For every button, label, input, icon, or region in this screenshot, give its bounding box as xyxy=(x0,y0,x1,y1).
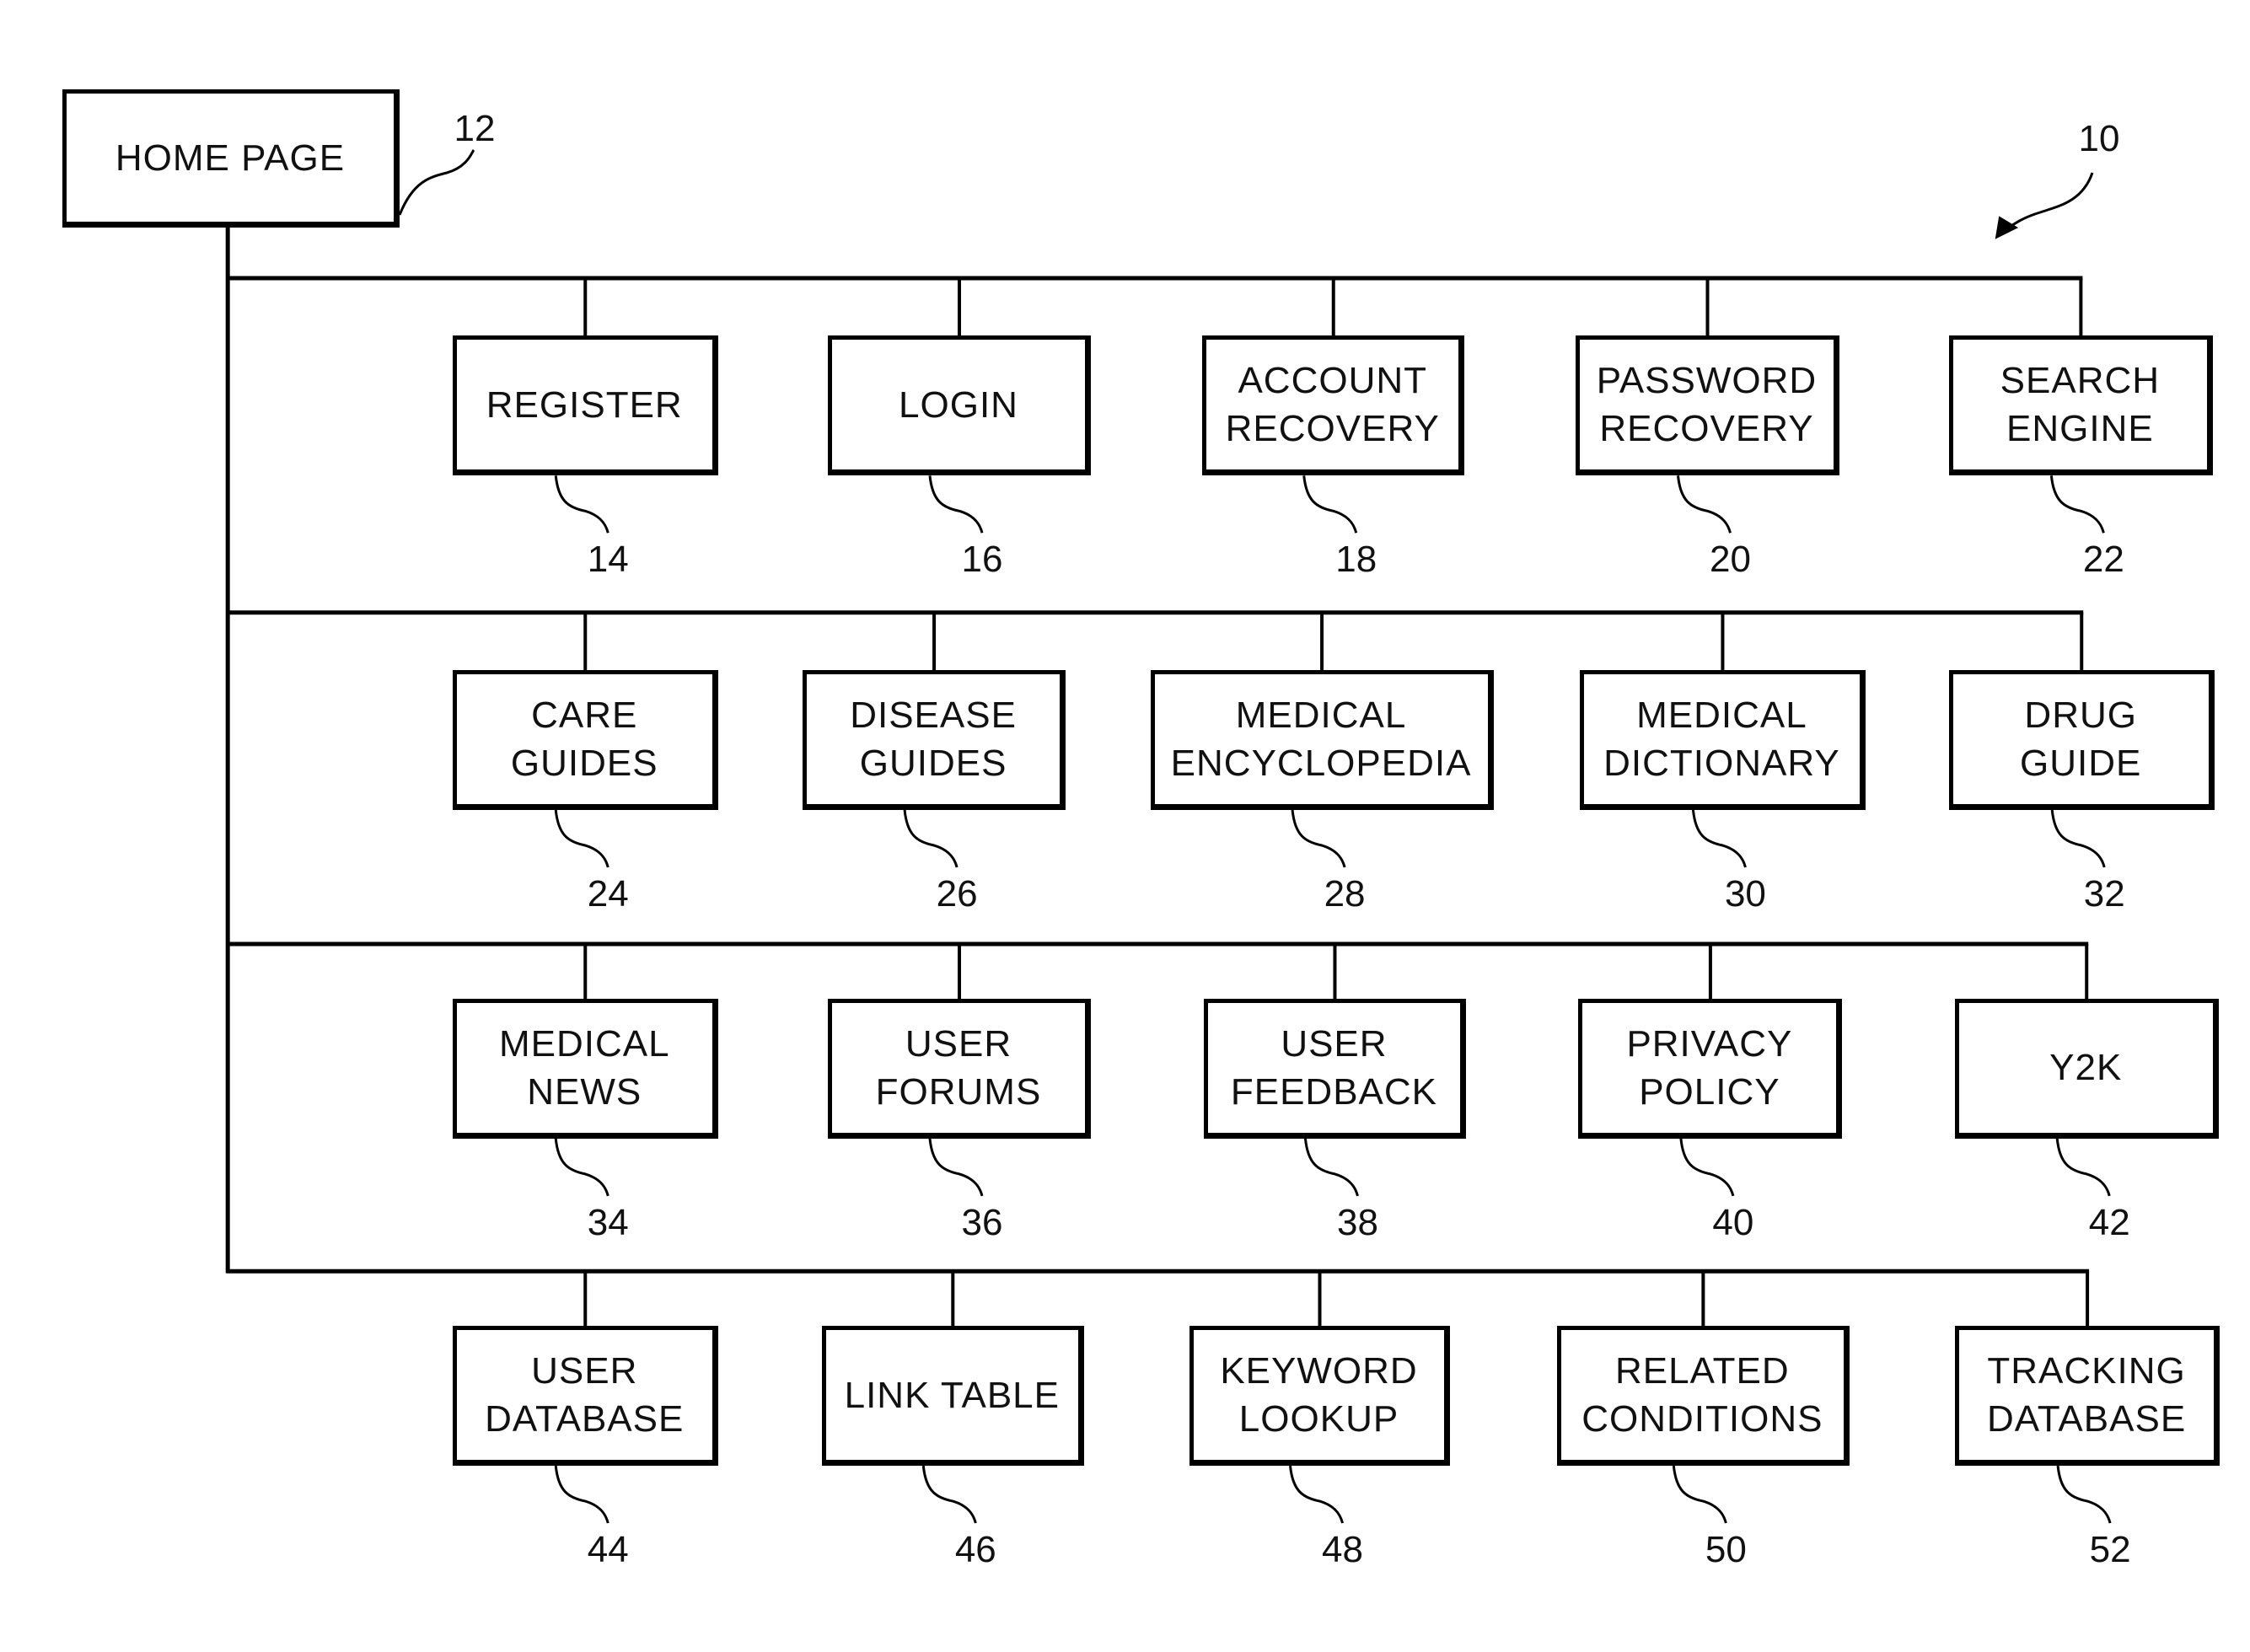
leader-line xyxy=(554,1138,609,1197)
page-box-label: SEARCH ENGINE xyxy=(2000,360,2161,450)
page-box: REGISTER xyxy=(452,335,718,476)
page-box: SEARCH ENGINE xyxy=(1948,335,2213,476)
page-box-label: USER DATABASE xyxy=(485,1350,685,1440)
page-box: KEYWORD LOOKUP xyxy=(1189,1326,1451,1467)
page-box: MEDICAL ENCYCLOPEDIA xyxy=(1150,670,1494,810)
ref-number: 28 xyxy=(1324,873,1366,915)
page-box: USER DATABASE xyxy=(452,1326,718,1467)
leader-line xyxy=(1302,475,1358,534)
leader-line xyxy=(928,1138,984,1197)
page-box-label: KEYWORD LOOKUP xyxy=(1220,1350,1418,1440)
leader-line xyxy=(554,475,609,534)
page-box-label: MEDICAL NEWS xyxy=(498,1022,670,1113)
system-arrowhead xyxy=(1995,216,2019,239)
page-box-label: REGISTER xyxy=(486,384,683,426)
ref-number: 20 xyxy=(1710,539,1751,581)
system-arrow-line xyxy=(2006,172,2094,231)
ref-number: 26 xyxy=(936,873,978,915)
ref-number: 52 xyxy=(2089,1529,2131,1571)
page-box: DRUG GUIDE xyxy=(1948,670,2215,810)
leader-line xyxy=(921,1465,977,1524)
page-box: LINK TABLE xyxy=(821,1326,1084,1467)
page-box-label: LINK TABLE xyxy=(844,1374,1060,1416)
page-box: PRIVACY POLICY xyxy=(1578,999,1843,1139)
leader-line xyxy=(1691,809,1747,868)
page-box: LOGIN xyxy=(827,335,1092,476)
ref-number: 38 xyxy=(1336,1201,1378,1243)
ref-number: 30 xyxy=(1724,873,1766,915)
ref-number: 46 xyxy=(954,1529,996,1571)
ref-number: 22 xyxy=(2082,539,2124,581)
ref-number: 50 xyxy=(1705,1529,1747,1571)
page-box-label: PRIVACY POLICY xyxy=(1626,1022,1793,1113)
page-box-label: USER FEEDBACK xyxy=(1230,1022,1438,1113)
page-box-label: DRUG GUIDE xyxy=(2020,695,2142,785)
page-box: ACCOUNT RECOVERY xyxy=(1202,335,1465,476)
page-box: TRACKING DATABASE xyxy=(1954,1326,2220,1467)
ref-number: 34 xyxy=(587,1201,629,1243)
ref-number: 18 xyxy=(1335,539,1377,581)
leader-line xyxy=(554,809,609,868)
leader-line xyxy=(928,475,984,534)
page-box: MEDICAL DICTIONARY xyxy=(1580,670,1866,810)
leader-line xyxy=(2055,1138,2111,1197)
ref-number: 24 xyxy=(587,873,629,915)
leader-line xyxy=(1289,1465,1344,1524)
page-box: MEDICAL NEWS xyxy=(452,999,718,1139)
ref-number: 48 xyxy=(1322,1529,1363,1571)
ref-number: 42 xyxy=(2088,1201,2130,1243)
leader-line xyxy=(903,809,959,868)
leader-line xyxy=(1291,809,1346,868)
ref-number: 40 xyxy=(1712,1201,1754,1243)
page-box-label: CARE GUIDES xyxy=(510,695,658,785)
page-box-label: MEDICAL DICTIONARY xyxy=(1603,695,1840,785)
home-page-box: HOME PAGE xyxy=(62,89,400,228)
page-box: USER FEEDBACK xyxy=(1203,999,1467,1139)
ref-number: 14 xyxy=(587,539,629,581)
ref-system: 10 xyxy=(2078,118,2120,159)
page-box: RELATED CONDITIONS xyxy=(1556,1326,1850,1467)
page-box-label: LOGIN xyxy=(899,384,1018,426)
connector-lines xyxy=(225,148,2112,1524)
page-box: Y2K xyxy=(1954,999,2219,1139)
page-box: DISEASE GUIDES xyxy=(803,670,1066,810)
leader-line xyxy=(1303,1138,1359,1197)
ref-home-page: 12 xyxy=(454,108,496,149)
ref-number: 44 xyxy=(587,1529,629,1571)
leader-line xyxy=(554,1465,609,1524)
ref-number: 32 xyxy=(2083,873,2125,915)
ref-number: 16 xyxy=(961,539,1003,581)
leader-line xyxy=(2049,475,2105,534)
page-box-label: MEDICAL ENCYCLOPEDIA xyxy=(1170,695,1472,785)
ref-number: 36 xyxy=(961,1201,1003,1243)
page-box-label: Y2K xyxy=(2049,1047,2123,1089)
page-box: PASSWORD RECOVERY xyxy=(1576,335,1839,476)
leader-line xyxy=(1679,1138,1735,1197)
page-box: CARE GUIDES xyxy=(452,670,718,810)
page-box-label: TRACKING DATABASE xyxy=(1986,1350,2187,1440)
home-page-label: HOME PAGE xyxy=(115,137,346,179)
leader-line xyxy=(2056,1465,2112,1524)
leader-line xyxy=(1672,1465,1727,1524)
page-box-label: DISEASE GUIDES xyxy=(850,695,1017,785)
page-box-label: USER FORUMS xyxy=(875,1022,1042,1113)
leader-line xyxy=(1676,475,1732,534)
page-box-label: PASSWORD RECOVERY xyxy=(1596,360,1818,450)
leader-home-page xyxy=(398,148,475,216)
page-box-label: ACCOUNT RECOVERY xyxy=(1225,360,1440,450)
page-box: USER FORUMS xyxy=(827,999,1092,1139)
site-map-diagram: HOME PAGE 12 10 REGISTER 14 LOGIN 16 ACCOUNT… xyxy=(0,0,2250,1652)
page-box-label: RELATED CONDITIONS xyxy=(1581,1350,1823,1440)
leader-line xyxy=(2050,809,2106,868)
